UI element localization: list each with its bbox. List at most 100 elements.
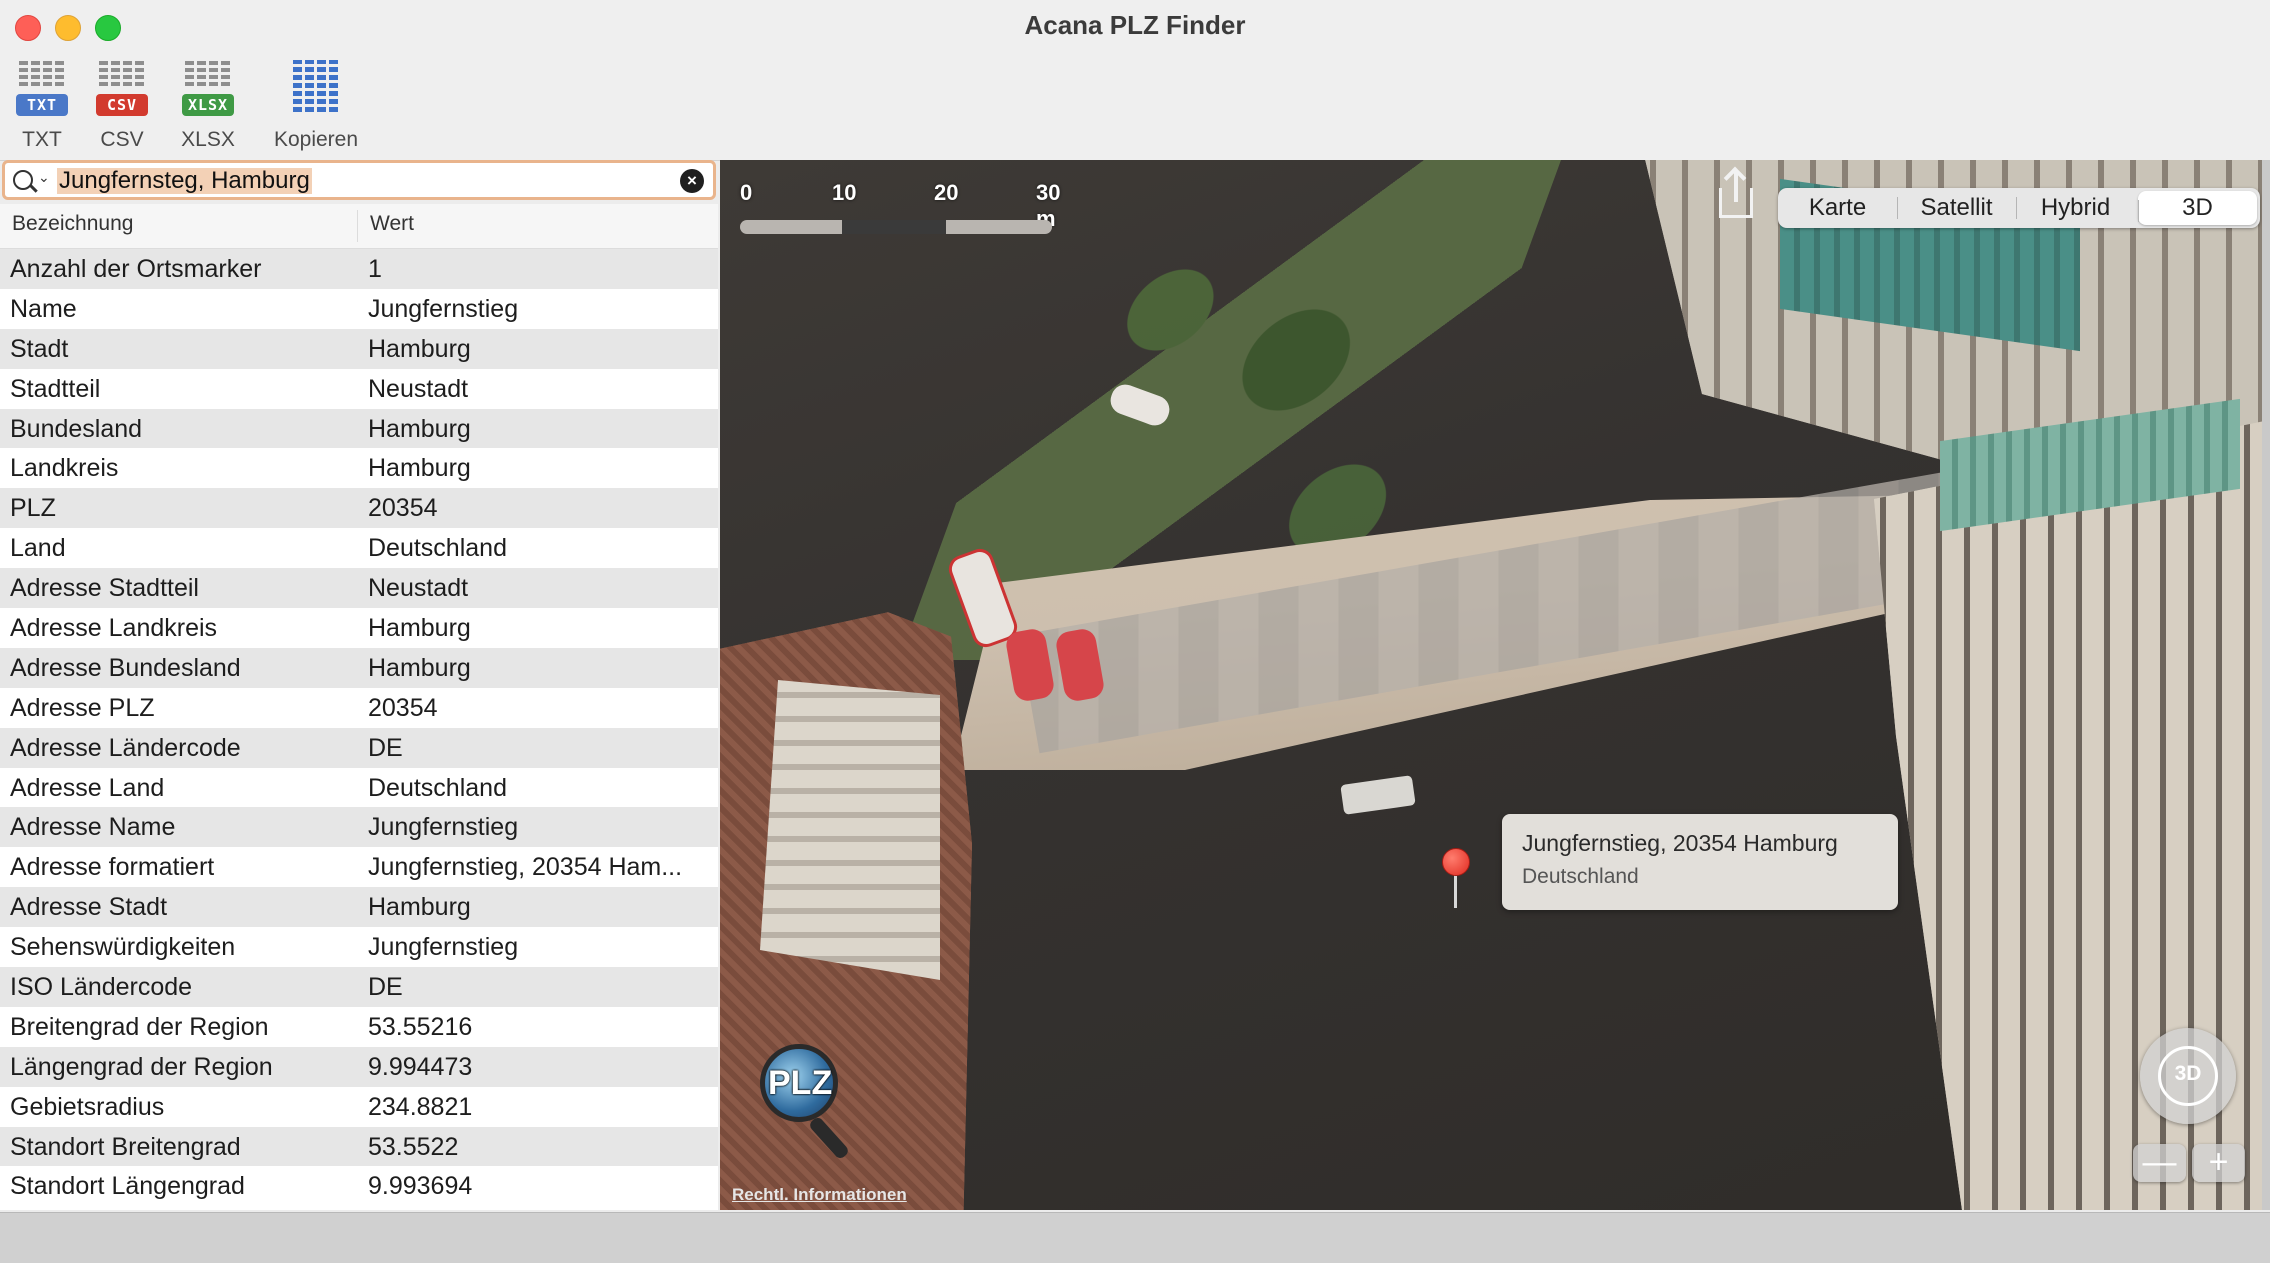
row-value: Neustadt — [368, 574, 469, 603]
scale-label: 0 — [740, 180, 753, 205]
row-label: Gebietsradius — [10, 1092, 165, 1121]
scrollbar[interactable] — [2262, 160, 2270, 1210]
table-row[interactable]: Breitengrad der Region 53.55216 — [0, 1006, 718, 1047]
table-row[interactable]: Adresse Stadtteil Neustadt — [0, 568, 718, 609]
row-value: 53.55216 — [368, 1012, 473, 1041]
row-label: Adresse Land — [10, 773, 165, 802]
table-row[interactable]: Adresse Ländercode DE — [0, 727, 718, 768]
row-value: Hamburg — [368, 893, 471, 922]
clear-search-button[interactable]: × — [680, 169, 704, 193]
row-value: Jungfernstieg — [368, 813, 519, 842]
table-row[interactable]: Stadtteil Neustadt — [0, 368, 718, 409]
table-row[interactable]: PLZ 20354 — [0, 488, 718, 529]
table-row[interactable]: Adresse Stadt Hamburg — [0, 887, 718, 928]
row-label: Breitengrad der Region — [10, 1012, 269, 1041]
search-field[interactable]: ⌄ Jungfernsteg, Hamburg × — [2, 160, 716, 200]
row-label: Bundesland — [10, 414, 143, 443]
copy-label: Kopieren — [273, 128, 359, 151]
row-value: Deutschland — [368, 534, 507, 563]
search-input-value[interactable]: Jungfernsteg, Hamburg — [57, 168, 312, 194]
export-csv-button[interactable]: CSV CSV — [96, 58, 148, 152]
table-row[interactable]: Gebietsradius 234.8821 — [0, 1086, 718, 1127]
row-label: Stadtteil — [10, 374, 101, 403]
scale-label: 10 — [832, 180, 857, 205]
csv-file-icon: CSV — [96, 58, 148, 122]
zoom-out-button[interactable]: — — [2133, 1144, 2186, 1182]
map-type-3d[interactable]: 3D — [2138, 191, 2257, 225]
table-row[interactable]: Landkreis Hamburg — [0, 448, 718, 489]
table-row[interactable]: Bundesland Hamburg — [0, 408, 718, 449]
row-label: Adresse PLZ — [10, 693, 155, 722]
map-type-karte[interactable]: Karte — [1778, 188, 1897, 228]
location-callout[interactable]: Jungfernstieg, 20354 Hamburg Deutschland — [1502, 814, 1898, 910]
row-value: DE — [368, 973, 403, 1002]
row-label: Name — [10, 294, 77, 323]
row-label: Standort Längengrad — [10, 1172, 245, 1201]
map-pin-icon[interactable] — [1442, 848, 1470, 876]
export-xlsx-button[interactable]: XLSX XLSX — [180, 58, 236, 152]
table-row[interactable]: Stadt Hamburg — [0, 328, 718, 369]
table-row[interactable]: Adresse Landkreis Hamburg — [0, 608, 718, 648]
export-xlsx-label: XLSX — [181, 128, 235, 151]
map-pin-stem — [1454, 872, 1457, 908]
map-type-satellit[interactable]: Satellit — [1897, 188, 2016, 228]
xlsx-file-icon: XLSX — [182, 58, 234, 122]
callout-country: Deutschland — [1522, 865, 1639, 888]
table-row[interactable]: Adresse PLZ 20354 — [0, 687, 718, 728]
row-label: Land — [10, 534, 66, 563]
row-label: Adresse Name — [10, 813, 176, 842]
row-label: PLZ — [10, 494, 56, 523]
copy-button[interactable]: Kopieren — [266, 58, 366, 152]
row-value: Hamburg — [368, 454, 471, 483]
row-value: Jungfernstieg — [368, 294, 519, 323]
table-row[interactable]: Adresse formatiert Jungfernstieg, 20354 H… — [0, 847, 718, 888]
row-label: Standort Breitengrad — [10, 1132, 241, 1161]
row-value: 20354 — [368, 693, 438, 722]
row-value: Jungfernstieg, 20354 Ham... — [368, 853, 683, 882]
row-value: Hamburg — [368, 414, 471, 443]
table-row[interactable]: Adresse Bundesland Hamburg — [0, 647, 718, 688]
table-row[interactable]: Land Deutschland — [0, 528, 718, 569]
compass-3d-toggle[interactable]: 3D — [2140, 1028, 2236, 1124]
results-table[interactable]: Bezeichnung Wert Anzahl der Ortsmarker 1 N… — [0, 204, 718, 1210]
search-icon[interactable] — [13, 170, 33, 190]
column-header-wert[interactable]: Wert — [370, 212, 414, 236]
map-type-hybrid[interactable]: Hybrid — [2016, 188, 2135, 228]
row-value: 9.993694 — [368, 1172, 473, 1201]
table-row[interactable]: ISO Ländercode DE — [0, 967, 718, 1007]
table-row[interactable]: Adresse Name Jungfernstieg — [0, 807, 718, 848]
table-row[interactable]: Adresse Land Deutschland — [0, 767, 718, 808]
export-txt-button[interactable]: TXT TXT — [16, 58, 68, 152]
table-row[interactable]: Name Jungfernstieg — [0, 288, 718, 329]
map-view[interactable]: 0 10 20 30 m Karte Satellit Hybrid 3D Ju… — [720, 160, 2270, 1210]
plz-logo-icon: PLZ — [760, 1044, 860, 1161]
column-header-bezeichnung[interactable]: Bezeichnung — [12, 212, 133, 236]
table-header: Bezeichnung Wert — [0, 204, 718, 249]
table-row[interactable]: Längengrad der Region 9.994473 — [0, 1046, 718, 1087]
scale-bar-segment — [842, 220, 946, 234]
row-value: Hamburg — [368, 614, 471, 643]
row-value: Neustadt — [368, 374, 469, 403]
table-row[interactable]: Standort Längengrad 9.993694 — [0, 1166, 718, 1207]
plz-logo-text: PLZ — [768, 1064, 833, 1102]
callout-address: Jungfernstieg, 20354 Hamburg — [1522, 830, 1838, 856]
row-label: ISO Ländercode — [10, 973, 193, 1002]
share-icon[interactable] — [1719, 172, 1755, 220]
table-row[interactable]: Anzahl der Ortsmarker 1 — [0, 249, 718, 289]
window-title: Acana PLZ Finder — [1024, 10, 1246, 40]
legal-info-link[interactable]: Rechtl. Informationen — [732, 1185, 907, 1205]
zoom-controls: — + — [2133, 1144, 2245, 1184]
row-value: 234.8821 — [368, 1092, 473, 1121]
chevron-down-icon[interactable]: ⌄ — [38, 169, 50, 186]
copy-table-icon — [290, 58, 342, 122]
row-label: Adresse Bundesland — [10, 653, 241, 682]
row-label: Anzahl der Ortsmarker — [10, 255, 262, 283]
zoom-in-button[interactable]: + — [2192, 1144, 2245, 1182]
table-row[interactable]: Standort Breitengrad 53.5522 — [0, 1126, 718, 1167]
txt-file-icon: TXT — [16, 58, 68, 122]
export-csv-label: CSV — [100, 128, 144, 151]
table-row[interactable]: Sehenswürdigkeiten Jungfernstieg — [0, 927, 718, 968]
row-label: Adresse Ländercode — [10, 733, 241, 762]
map-type-selector[interactable]: Karte Satellit Hybrid 3D — [1778, 188, 2260, 228]
row-value: 1 — [368, 255, 382, 283]
